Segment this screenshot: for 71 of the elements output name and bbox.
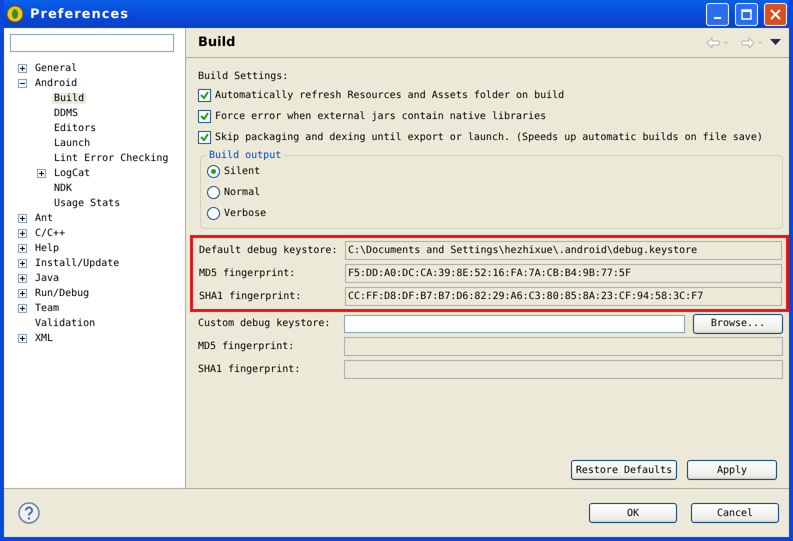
expand-icon[interactable] — [18, 334, 27, 343]
checkbox-label[interactable]: Force error when external jars contain native libraries — [215, 111, 546, 122]
ok-button[interactable]: OK — [589, 503, 677, 523]
close-button[interactable] — [764, 2, 787, 26]
minimize-button[interactable] — [706, 2, 729, 26]
field-label: SHA1 fingerprint: — [199, 291, 302, 302]
cancel-button[interactable]: Cancel — [691, 503, 779, 523]
radio-button[interactable] — [207, 207, 220, 220]
tree-item[interactable]: NDK — [52, 183, 74, 194]
checkbox[interactable] — [198, 89, 211, 102]
checkbox-label[interactable]: Automatically refresh Resources and Assets folder on build — [215, 90, 564, 101]
expand-icon[interactable] — [18, 214, 27, 223]
expand-icon[interactable] — [18, 229, 27, 238]
browse-button[interactable]: Browse... — [693, 314, 783, 334]
minimize-icon — [714, 17, 721, 19]
keystore-field[interactable] — [344, 314, 685, 332]
tree-item[interactable]: Editors — [52, 123, 98, 134]
tree-item[interactable]: Android — [33, 78, 80, 89]
radio-label[interactable]: Silent — [224, 166, 260, 177]
tree-item[interactable]: Help — [33, 243, 62, 254]
tree-item[interactable]: Java — [33, 273, 62, 284]
apply-button[interactable]: Apply — [687, 460, 777, 480]
field-label: Default debug keystore: — [199, 245, 338, 256]
filter-field[interactable] — [10, 34, 174, 52]
field-label: MD5 fingerprint: — [198, 341, 296, 352]
tree-item[interactable]: Launch — [52, 138, 92, 149]
expand-icon[interactable] — [18, 289, 27, 298]
readonly-field: F5:DD:A0:DC:CA:39:8E:52:16:FA:7A:CB:B4:9B:77:5F — [345, 264, 782, 283]
page-title: Build — [198, 35, 236, 50]
app-icon — [6, 5, 24, 23]
menu-icon[interactable] — [770, 39, 781, 46]
radio-label[interactable]: Verbose — [224, 208, 266, 219]
tree-item[interactable]: LogCat — [52, 168, 92, 179]
window-title: Preferences — [30, 6, 130, 22]
expand-icon[interactable] — [18, 274, 27, 283]
checkbox[interactable] — [198, 131, 211, 144]
collapse-icon[interactable] — [18, 79, 27, 88]
expand-icon[interactable] — [18, 304, 27, 313]
tree-item[interactable]: DDMS — [52, 108, 80, 119]
readonly-field: C:\Documents and Settings\hezhixue\.android\debug.keystore — [345, 241, 782, 260]
readonly-field: CC:FF:D8:DF:B7:B7:D6:82:29:A6:C3:80:85:8A:23:CF:94:58:3C:F7 — [345, 287, 782, 306]
radio-button[interactable] — [207, 165, 220, 178]
tree-item[interactable]: XML — [33, 333, 56, 344]
expand-icon[interactable] — [18, 244, 27, 253]
checkbox-label[interactable]: Skip packaging and dexing until export or launch. (Speeds up automatic builds on file save) — [215, 132, 763, 143]
close-icon — [770, 8, 781, 20]
tree-item[interactable]: Team — [33, 303, 62, 314]
field-label: SHA1 fingerprint: — [198, 364, 302, 375]
tree-item[interactable]: Ant — [33, 213, 56, 224]
tree-item[interactable]: Lint Error Checking — [52, 153, 170, 164]
tree-item[interactable]: General — [33, 63, 80, 74]
tree-item[interactable]: Usage Stats — [52, 198, 122, 209]
section-label: Build Settings: — [198, 70, 288, 82]
help-icon[interactable] — [18, 502, 40, 524]
maximize-icon — [741, 8, 752, 20]
maximize-button[interactable] — [735, 2, 758, 26]
expand-icon[interactable] — [37, 169, 46, 178]
group-title: Build output — [208, 150, 282, 161]
expand-icon[interactable] — [18, 259, 27, 268]
tree-item[interactable]: Run/Debug — [33, 288, 92, 299]
tree-item[interactable]: C/C++ — [33, 228, 68, 239]
tree-item[interactable]: Validation — [33, 318, 98, 329]
field-label: Custom debug keystore: — [198, 318, 332, 329]
field-label: MD5 fingerprint: — [199, 268, 296, 279]
radio-label[interactable]: Normal — [224, 187, 260, 198]
checkbox[interactable] — [198, 110, 211, 123]
tree-item[interactable]: Install/Update — [33, 258, 122, 269]
tree-item[interactable]: Build — [52, 93, 86, 104]
radio-button[interactable] — [207, 186, 220, 199]
restore-defaults-button[interactable]: Restore Defaults — [571, 460, 677, 480]
expand-icon[interactable] — [18, 64, 27, 73]
